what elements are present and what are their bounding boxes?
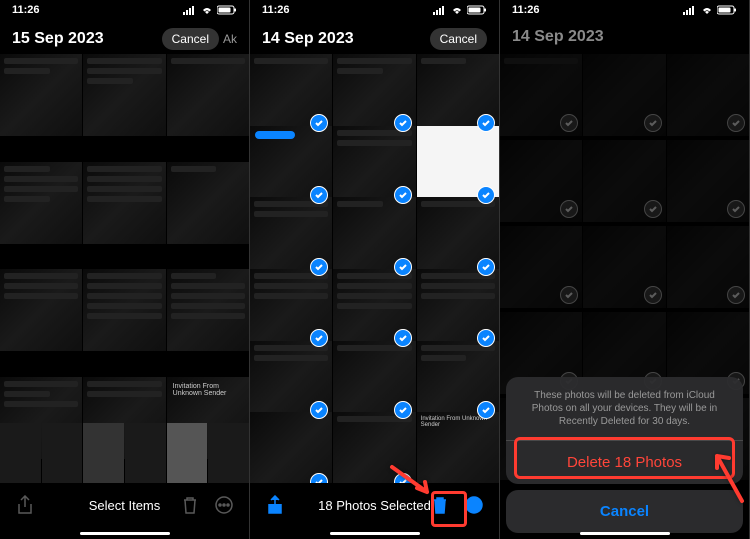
side-text: Ak	[223, 32, 237, 46]
wifi-icon	[450, 4, 464, 16]
share-icon	[14, 494, 36, 516]
status-right	[183, 4, 237, 16]
check-icon	[394, 401, 412, 419]
status-time: 11:26	[262, 4, 290, 16]
mini-thumb[interactable]	[0, 423, 41, 483]
status-right	[683, 4, 737, 16]
check-icon	[310, 258, 328, 276]
check-icon	[477, 186, 495, 204]
check-icon	[477, 258, 495, 276]
status-time: 11:26	[512, 4, 540, 16]
photo-thumb[interactable]	[83, 269, 165, 351]
wifi-icon	[200, 4, 214, 16]
status-right	[433, 4, 487, 16]
photo-thumb[interactable]	[250, 341, 332, 423]
signal-icon	[433, 4, 447, 16]
mini-thumb[interactable]	[208, 423, 249, 483]
photo-thumb[interactable]	[417, 341, 499, 423]
check-icon	[394, 114, 412, 132]
check-icon	[394, 258, 412, 276]
check-icon	[477, 401, 495, 419]
photo-grid: Invitation From Unknown Sender	[0, 0, 249, 483]
status-bar: 11:26	[250, 0, 499, 20]
home-indicator[interactable]	[330, 532, 420, 535]
photo-thumb[interactable]	[167, 269, 249, 351]
header: 14 Sep 2023	[500, 20, 749, 52]
annotation-arrow-icon	[387, 462, 437, 507]
check-icon	[394, 329, 412, 347]
home-indicator[interactable]	[580, 532, 670, 535]
date-title: 14 Sep 2023	[262, 30, 354, 48]
screen-selected: Invitation From Unknown Sender 11:26 14 …	[250, 0, 500, 539]
photo-thumb[interactable]	[167, 162, 249, 244]
photo-thumb[interactable]	[333, 269, 415, 351]
header: 15 Sep 2023 Cancel Ak	[0, 20, 249, 56]
screen-select-items: Invitation From Unknown Sender 11:26 15 …	[0, 0, 250, 539]
trash-icon	[179, 494, 201, 516]
signal-icon	[183, 4, 197, 16]
mini-thumb[interactable]	[83, 423, 124, 483]
thumbnail-strip	[0, 423, 249, 483]
annotation-box	[514, 437, 735, 479]
home-indicator[interactable]	[80, 532, 170, 535]
bottom-toolbar: Select Items	[0, 483, 249, 539]
photo-thumb[interactable]	[333, 197, 415, 279]
wifi-icon	[700, 4, 714, 16]
photo-thumb[interactable]	[250, 412, 332, 483]
share-icon[interactable]	[264, 494, 286, 516]
mini-thumb[interactable]	[42, 423, 83, 483]
photo-thumb[interactable]	[0, 269, 82, 351]
header: 14 Sep 2023 Cancel	[250, 20, 499, 56]
battery-icon	[467, 4, 487, 16]
photo-thumb[interactable]	[167, 54, 249, 136]
photo-thumb[interactable]	[417, 197, 499, 279]
photo-thumb[interactable]	[250, 126, 332, 208]
screen-delete-confirm: 11:26 14 Sep 2023 These photos will be d…	[500, 0, 750, 539]
status-bar: 11:26	[0, 0, 249, 20]
photo-thumb[interactable]	[0, 54, 82, 136]
photo-grid: Invitation From Unknown Sender	[250, 0, 499, 483]
photo-thumb[interactable]	[417, 54, 499, 136]
photo-thumb[interactable]	[333, 54, 415, 136]
battery-icon	[717, 4, 737, 16]
mini-thumb[interactable]	[167, 423, 208, 483]
signal-icon	[683, 4, 697, 16]
more-icon	[213, 494, 235, 516]
cancel-button[interactable]: Cancel	[430, 28, 487, 50]
photo-thumb[interactable]	[0, 162, 82, 244]
photo-thumb[interactable]	[250, 269, 332, 351]
photo-thumb[interactable]	[417, 269, 499, 351]
photo-thumb[interactable]	[83, 54, 165, 136]
annotation-arrow-icon	[707, 446, 747, 511]
battery-icon	[217, 4, 237, 16]
status-bar: 11:26	[500, 0, 749, 20]
mini-thumb[interactable]	[125, 423, 166, 483]
photo-thumb[interactable]	[333, 341, 415, 423]
date-title: 14 Sep 2023	[512, 28, 604, 46]
photo-thumb[interactable]	[333, 126, 415, 208]
date-title: 15 Sep 2023	[12, 30, 104, 48]
photo-thumb[interactable]	[250, 54, 332, 136]
check-icon	[394, 186, 412, 204]
photo-thumb[interactable]	[250, 197, 332, 279]
photo-thumb[interactable]	[83, 162, 165, 244]
cancel-button[interactable]: Cancel	[162, 28, 219, 50]
sheet-message: These photos will be deleted from iCloud…	[506, 377, 743, 440]
photo-thumb[interactable]	[417, 126, 499, 208]
status-time: 11:26	[12, 4, 40, 16]
toolbar-title: Select Items	[89, 498, 161, 513]
